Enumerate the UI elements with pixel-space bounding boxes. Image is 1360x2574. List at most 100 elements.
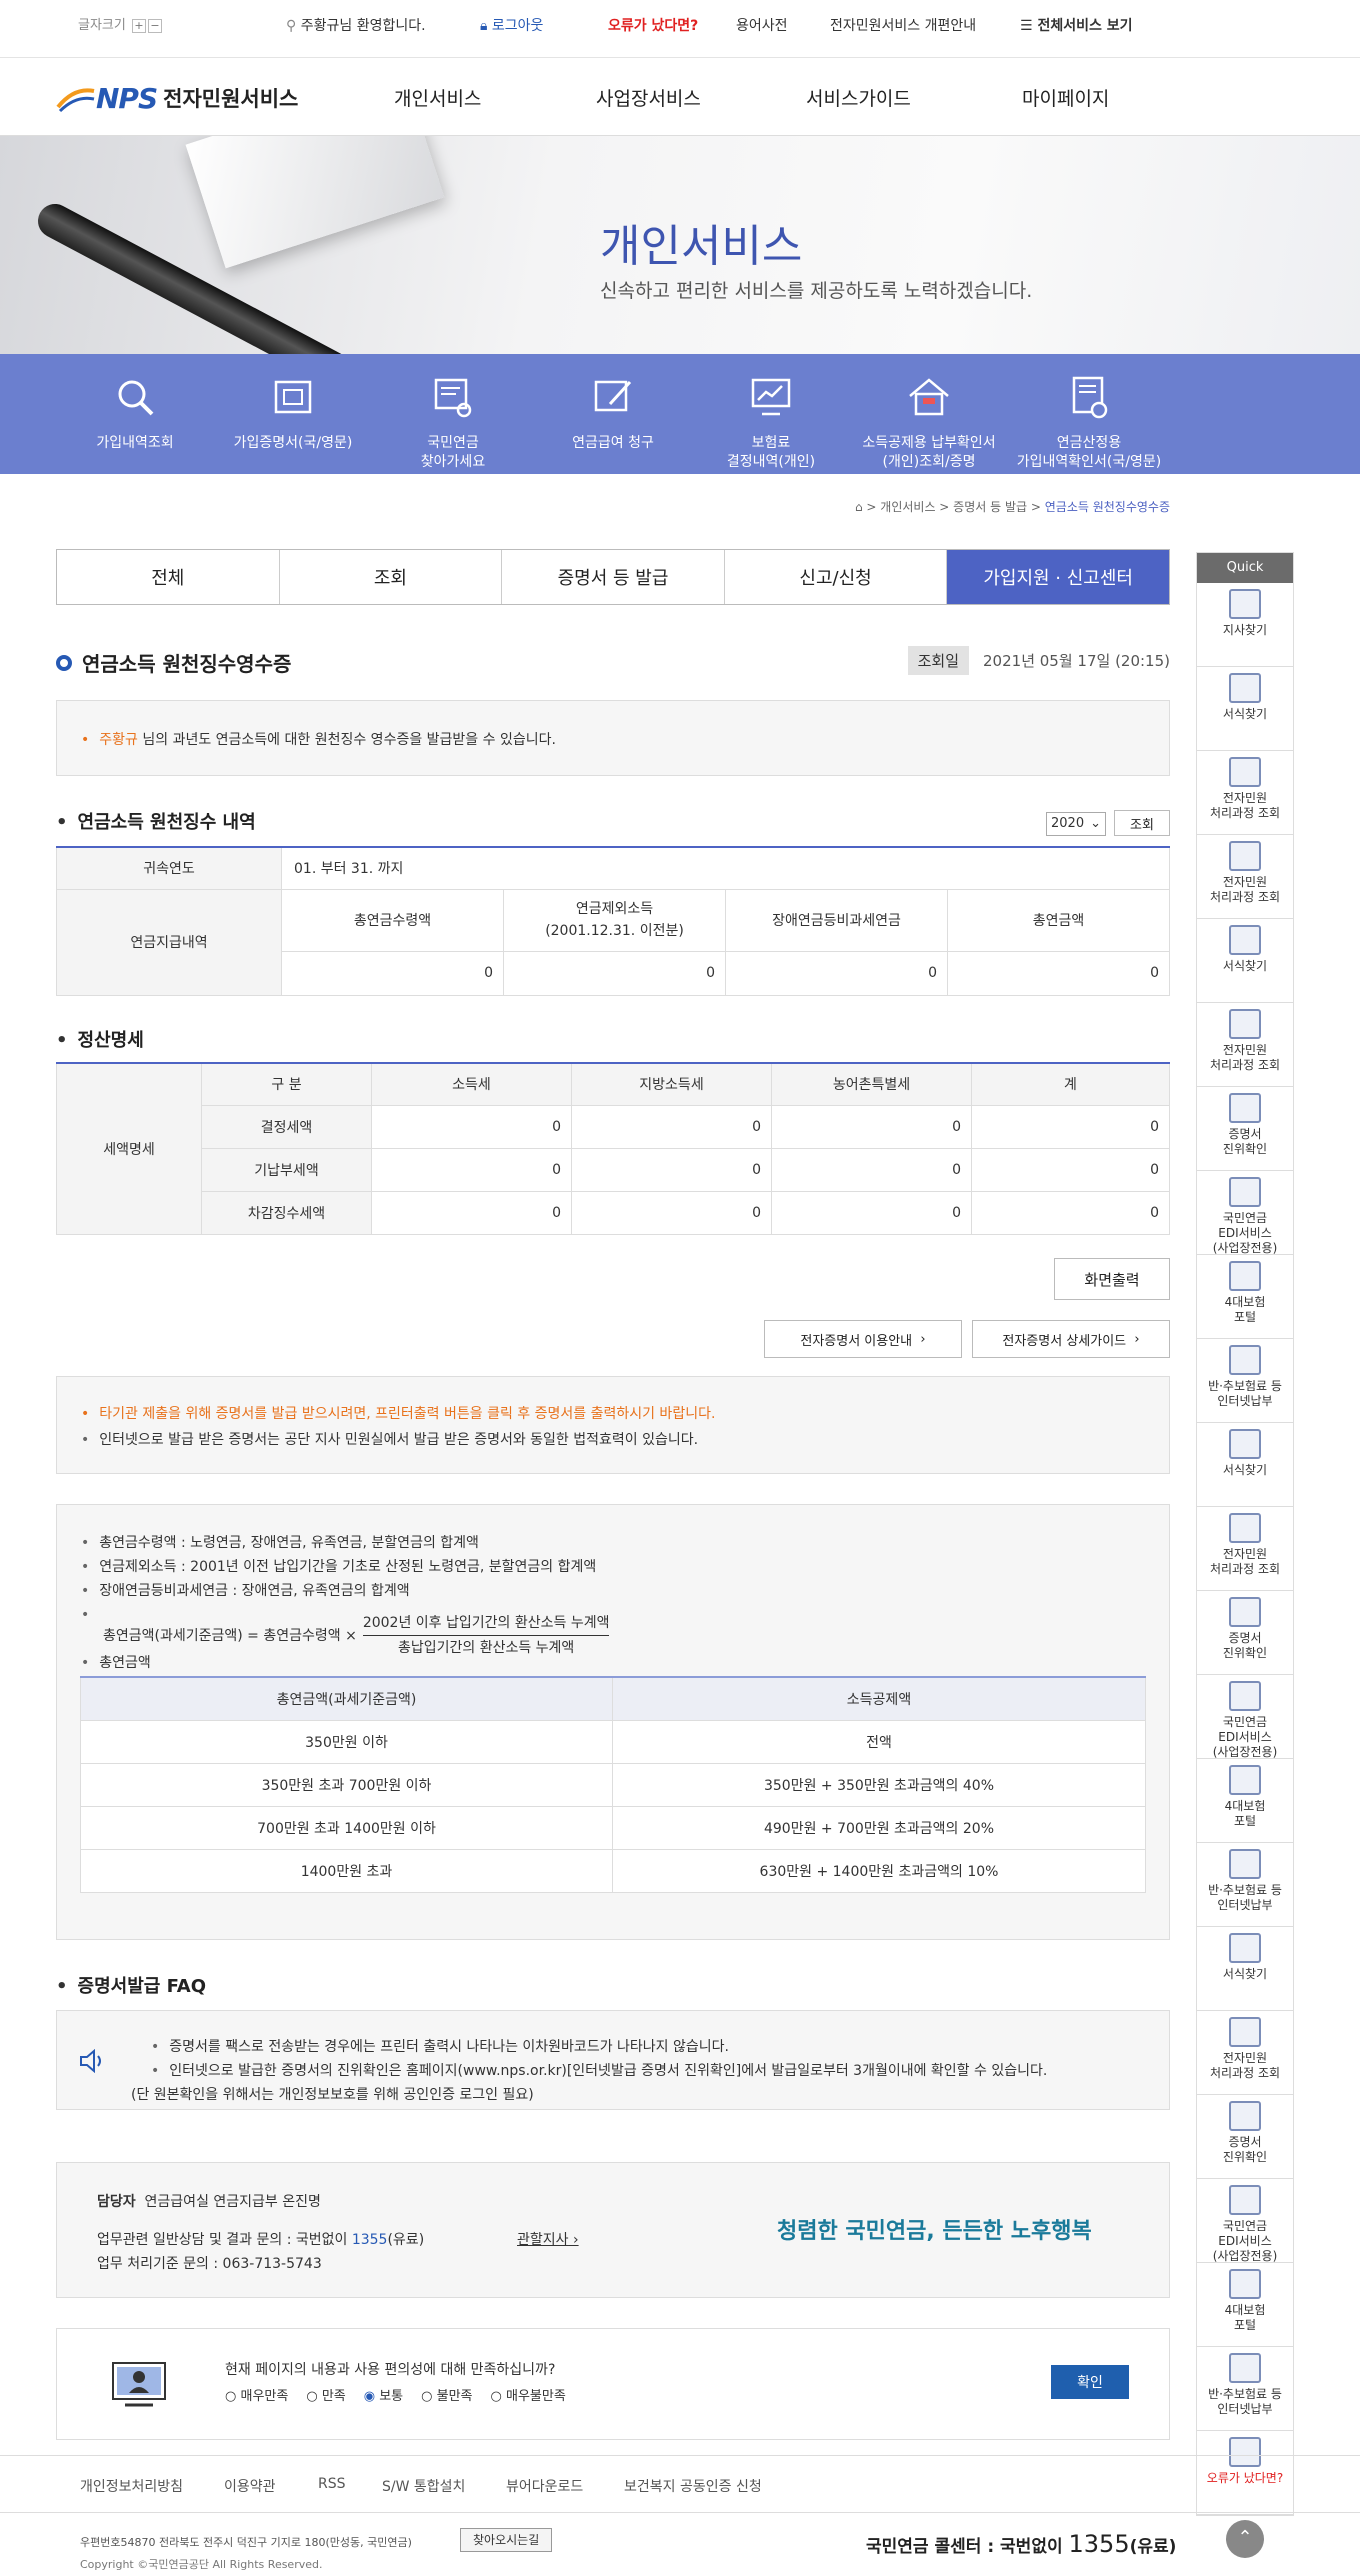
error-link[interactable]: 오류가 났다면? (608, 15, 698, 35)
quick-sidebar-item[interactable]: 전자민원 처리과정 조회 (1197, 1507, 1293, 1591)
footer-link[interactable]: S/W 통합설치 (382, 2476, 465, 2496)
table-cell: 0 (281, 950, 504, 996)
call-center: 국민연금 콜센터 : 국번없이 1355(유료) (866, 2530, 1176, 2558)
quick-sidebar-item[interactable]: 전자민원 처리과정 조회 (1197, 2011, 1293, 2095)
e-cert-detail-button[interactable]: 전자증명서 상세가이드 › (972, 1320, 1170, 1358)
slogan: 청렴한 국민연금, 든든한 노후행복 (777, 2219, 1092, 2244)
tab-report[interactable]: 신고/신청 (724, 550, 948, 604)
logo-text: 전자민원서비스 (163, 87, 299, 111)
logout-label: 로그아웃 (491, 18, 544, 34)
quick-sidebar-item[interactable]: 반·추보험료 등 인터넷납부 (1197, 1339, 1293, 1423)
directions-button[interactable]: 찾아오시는길 (460, 2528, 553, 2552)
breadcrumb: ⌂ > 개인서비스 > 증명서 등 발급 > 연금소득 원천징수영수증 (854, 500, 1170, 514)
quick-item-icon (1229, 1177, 1261, 1207)
renewal-link[interactable]: 전자민원서비스 개편안내 (830, 15, 976, 35)
menu-business[interactable]: 사업장서비스 (596, 84, 701, 111)
home-icon[interactable]: ⌂ (855, 500, 863, 514)
quick-sidebar-item[interactable]: 국민연금 EDI서비스 (사업장전용) (1197, 1171, 1293, 1255)
menu-guide[interactable]: 서비스가이드 (806, 84, 911, 111)
quick-item-label: 인터넷납부 (1217, 1394, 1273, 1408)
tab-support-center[interactable]: 가입지원 · 신고센터 (947, 550, 1169, 604)
main-nav: NPS 전자민원서비스 개인서비스 사업장서비스 서비스가이드 마이페이지 (0, 58, 1360, 136)
quick-pension-calc[interactable]: 연금산정용 가입내역확인서(국/영문) (1014, 374, 1164, 472)
quick-item-icon (1229, 2101, 1261, 2131)
print-button[interactable]: 화면출력 (1054, 1258, 1170, 1300)
all-services-link[interactable]: ☰ 전체서비스 보기 (1020, 15, 1132, 35)
quick-item-label: 처리과정 조회 (1209, 2066, 1281, 2080)
search-button[interactable]: 조회 (1114, 810, 1170, 836)
breadcrumb-item[interactable]: 증명서 등 발급 (953, 500, 1027, 514)
quick-claim[interactable]: 연금급여 청구 (538, 374, 688, 453)
quick-tax-deduction[interactable]: 소득공제용 납부확인서 (개인)조회/증명 (854, 374, 1004, 472)
quick-sidebar-item[interactable]: 4대보험 포털 (1197, 1759, 1293, 1843)
column-header: 소득세 (371, 1062, 572, 1106)
footer-link[interactable]: 개인정보처리방침 (80, 2476, 183, 2496)
quick-sidebar-item[interactable]: 국민연금 EDI서비스 (사업장전용) (1197, 1675, 1293, 1759)
quick-sidebar-item[interactable]: 증명서 진위확인 (1197, 1591, 1293, 1675)
quick-item-label: 국민연금 (1222, 2219, 1268, 2233)
menu-personal[interactable]: 개인서비스 (394, 84, 481, 111)
quick-sidebar-item[interactable]: 증명서 진위확인 (1197, 1087, 1293, 1171)
radio-normal[interactable]: ◉ 보통 (364, 2385, 403, 2404)
font-plus-button[interactable]: + (131, 19, 146, 33)
quick-sidebar-item[interactable]: 전자민원 처리과정 조회 (1197, 835, 1293, 919)
call-suffix: (유료) (1129, 2537, 1177, 2557)
table-cell: 350만원 + 350만원 초과금액의 40% (612, 1762, 1146, 1807)
quick-sidebar-item[interactable]: 4대보험 포털 (1197, 2263, 1293, 2347)
radio-unsatisfied[interactable]: ○ 불만족 (421, 2385, 472, 2404)
quick-sidebar-item[interactable]: 서식찾기 (1197, 1927, 1293, 2011)
tab-all[interactable]: 전체 (57, 550, 280, 604)
quick-sidebar-item[interactable]: 증명서 진위확인 (1197, 2095, 1293, 2179)
quick-sidebar-item[interactable]: 국민연금 EDI서비스 (사업장전용) (1197, 2179, 1293, 2263)
footer-link[interactable]: 뷰어다운로드 (506, 2476, 583, 2496)
quick-join-cert[interactable]: 가입증명서(국/영문) (218, 374, 368, 453)
radio-icon: ○ (490, 2389, 502, 2404)
quick-visit[interactable]: 국민연금 찾아가세요 (378, 374, 528, 472)
quick-sidebar-item[interactable]: 반·추보험료 등 인터넷납부 (1197, 2347, 1293, 2431)
year-select[interactable]: 2020 ⌄ (1046, 812, 1106, 836)
breadcrumb-item[interactable]: 개인서비스 (880, 500, 935, 514)
radio-label: 불만족 (436, 2389, 473, 2404)
footer-link[interactable]: RSS (318, 2476, 346, 2492)
radio-very-satisfied[interactable]: ○ 매우만족 (225, 2385, 288, 2404)
scroll-top-button[interactable]: ⌃ (1226, 2520, 1264, 2558)
survey-submit-button[interactable]: 확인 (1051, 2365, 1129, 2399)
quick-label: 국민연금 (427, 435, 479, 451)
quick-join-history[interactable]: 가입내역조회 (60, 374, 210, 453)
quick-sidebar-item[interactable]: 전자민원 처리과정 조회 (1197, 1003, 1293, 1087)
formula-denominator: 총납입기간의 환산소득 누계액 (397, 1640, 575, 1656)
quick-label: 소득공제용 납부확인서 (862, 435, 996, 451)
e-cert-guide-button[interactable]: 전자증명서 이용안내 › (764, 1320, 962, 1358)
quick-item-label: 진위확인 (1222, 1142, 1268, 1156)
font-minus-button[interactable]: − (147, 19, 162, 33)
quick-sidebar-item[interactable]: 반·추보험료 등 인터넷납부 (1197, 1843, 1293, 1927)
footer-link[interactable]: 보건복지 공동인증 신청 (624, 2476, 762, 2496)
logo[interactable]: NPS 전자민원서비스 (56, 78, 298, 118)
button-label: 전자증명서 상세가이드 (1002, 1333, 1127, 1349)
quick-sidebar-item[interactable]: 전자민원 처리과정 조회 (1197, 751, 1293, 835)
quick-premium[interactable]: 보험료 결정내역(개인) (696, 374, 846, 472)
radio-very-unsatisfied[interactable]: ○ 매우불만족 (491, 2385, 566, 2404)
tab-certificate[interactable]: 증명서 등 발급 (502, 550, 725, 604)
quick-sidebar-item[interactable]: 서식찾기 (1197, 919, 1293, 1003)
footer-link[interactable]: 이용약관 (224, 2476, 276, 2496)
quick-item-icon (1229, 1345, 1261, 1375)
table-cell: 01. 부터 31. 까지 (281, 846, 1170, 890)
quick-item-icon (1229, 1933, 1261, 1963)
branch-link[interactable]: 관할지사 › (517, 2229, 579, 2249)
quick-sidebar-item[interactable]: 서식찾기 (1197, 667, 1293, 751)
quick-item-label: 반·추보험료 등 (1208, 2387, 1282, 2401)
quick-item-label: 전자민원 (1222, 875, 1268, 889)
radio-satisfied[interactable]: ○ 만족 (306, 2385, 345, 2404)
menu-mypage[interactable]: 마이페이지 (1022, 84, 1109, 111)
quick-sidebar-item[interactable]: 지사찾기 (1197, 583, 1293, 667)
radio-icon: ○ (421, 2389, 433, 2404)
quick-sidebar-item[interactable]: 4대보험 포털 (1197, 1255, 1293, 1339)
tab-inquiry[interactable]: 조회 (279, 550, 503, 604)
logout-link[interactable]: 🔒︎ 로그아웃 (480, 15, 543, 35)
formula-fraction: 2002년 이후 납입기간의 환산소득 누계액 총납입기간의 환산소득 누계액 (362, 1611, 610, 1660)
glossary-link[interactable]: 용어사전 (736, 15, 788, 35)
quick-item-label: 포털 (1233, 2318, 1257, 2332)
table-cell: 0 (503, 950, 726, 996)
quick-sidebar-item[interactable]: 서식찾기 (1197, 1423, 1293, 1507)
